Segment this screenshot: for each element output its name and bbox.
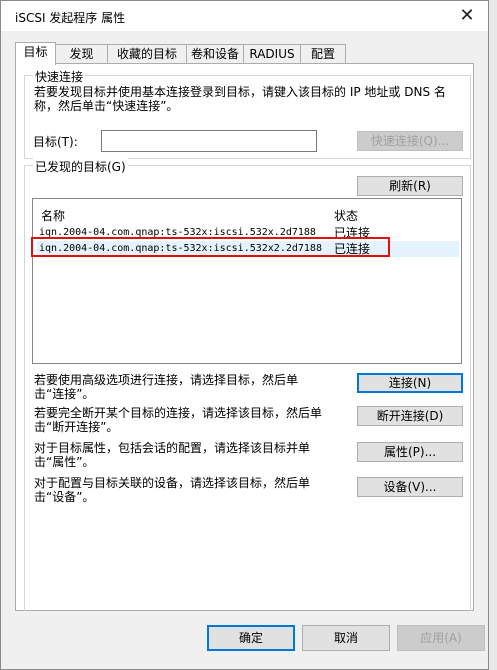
window-title: iSCSI 发起程序 属性 — [15, 11, 126, 25]
devices-hint: 对于配置与目标关联的设备，请选择该目标，然后单击“设备”。 — [34, 476, 311, 504]
quick-connect-label: 快速连接 — [33, 68, 86, 85]
tab-discovery[interactable]: 发现 — [55, 44, 108, 64]
highlight-box — [31, 237, 390, 257]
tab-favorite-targets[interactable]: 收藏的目标 — [107, 44, 187, 64]
background-window-strip — [489, 0, 497, 670]
column-header-name[interactable]: 名称 — [41, 207, 65, 224]
close-icon[interactable]: ✕ — [450, 1, 484, 31]
ok-button[interactable]: 确定 — [207, 625, 295, 651]
targets-list[interactable]: 名称 状态 iqn.2004-04.com.qnap:ts-532x:iscsi… — [32, 198, 462, 364]
targets-panel: 快速连接 若要发现目标并使用基本连接登录到目标，请键入该目标的 IP 地址或 D… — [15, 63, 474, 611]
properties-button[interactable]: 属性(P)... — [357, 442, 463, 462]
disconnect-button[interactable]: 断开连接(D) — [357, 406, 463, 426]
cancel-button[interactable]: 取消 — [302, 625, 390, 651]
quick-connect-group: 快速连接 若要发现目标并使用基本连接登录到目标，请键入该目标的 IP 地址或 D… — [24, 68, 471, 159]
column-header-status[interactable]: 状态 — [334, 207, 358, 224]
discovered-targets-group: 已发现的目标(G) 刷新(R) 名称 状态 iqn.2004-04.com.qn… — [24, 158, 471, 611]
tab-volumes-devices[interactable]: 卷和设备 — [186, 44, 244, 64]
tab-radius[interactable]: RADIUS — [243, 44, 301, 64]
title-bar: iSCSI 发起程序 属性 ✕ — [1, 1, 488, 31]
tab-targets[interactable]: 目标 — [15, 42, 56, 65]
connect-hint: 若要使用高级选项进行连接，请选择目标，然后单击“连接”。 — [34, 373, 299, 401]
apply-button[interactable]: 应用(A) — [397, 625, 485, 651]
target-field-label: 目标(T): — [33, 135, 78, 149]
refresh-button[interactable]: 刷新(R) — [357, 176, 463, 196]
devices-button[interactable]: 设备(V)... — [357, 477, 463, 497]
target-input[interactable] — [101, 130, 317, 152]
connect-button[interactable]: 连接(N) — [357, 373, 463, 393]
discovered-targets-label: 已发现的目标(G) — [33, 158, 128, 175]
quick-connect-description: 若要发现目标并使用基本连接登录到目标，请键入该目标的 IP 地址或 DNS 名称… — [34, 85, 446, 113]
quick-connect-button[interactable]: 快速连接(Q)... — [357, 131, 463, 151]
tab-configuration[interactable]: 配置 — [300, 44, 346, 64]
iscsi-properties-dialog: iSCSI 发起程序 属性 ✕ 目标 发现 收藏的目标 卷和设备 RADIUS … — [0, 0, 489, 670]
disconnect-hint: 若要完全断开某个目标的连接，请选择该目标，然后单击“断开连接”。 — [34, 406, 323, 434]
properties-hint: 对于目标属性，包括会话的配置，请选择该目标并单击“属性”。 — [34, 441, 311, 469]
